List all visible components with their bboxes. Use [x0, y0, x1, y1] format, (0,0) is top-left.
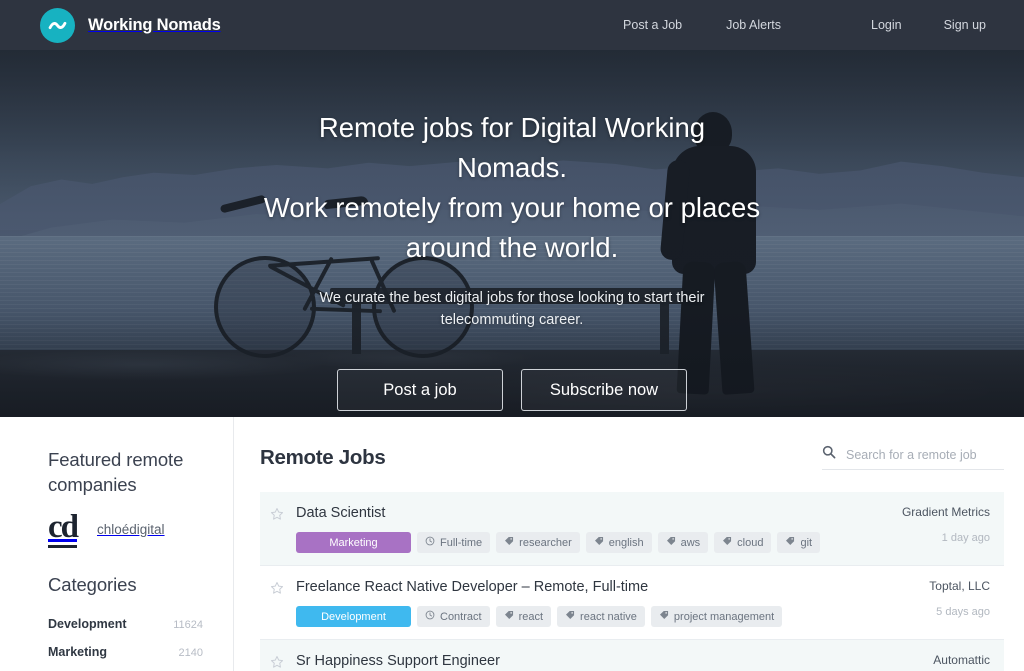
job-main: Data Scientist Marketing Full-time resea… — [296, 503, 888, 553]
job-main: Freelance React Native Developer – Remot… — [296, 577, 915, 627]
search-icon — [822, 445, 836, 464]
tag-icon — [785, 536, 795, 549]
featured-company-chloedigital[interactable]: cd chloédigital — [48, 511, 203, 548]
job-company: Gradient Metrics — [901, 505, 990, 519]
main-header: Remote Jobs — [260, 445, 1004, 470]
job-list: Data Scientist Marketing Full-time resea… — [260, 492, 1004, 671]
table-row[interactable]: Freelance React Native Developer – Remot… — [260, 566, 1004, 640]
tag-icon — [565, 610, 575, 623]
brand-home-link[interactable]: Working Nomads — [40, 7, 221, 43]
tag-chip[interactable]: react — [495, 606, 552, 627]
hero-button-group: Post a job Subscribe now — [337, 369, 687, 411]
job-company: Automattic — [933, 653, 990, 667]
favorite-star-icon[interactable] — [270, 507, 284, 521]
hero-title-line-2: Nomads. — [456, 152, 568, 183]
tag-label: aws — [680, 536, 701, 549]
tag-label: Contract — [440, 610, 482, 623]
table-row[interactable]: Sr Happiness Support Engineer Automattic — [260, 640, 1004, 671]
favorite-star-icon[interactable] — [270, 581, 284, 595]
wave-circle-logo-icon — [40, 7, 75, 43]
tag-label: researcher — [519, 536, 572, 549]
hero-section: Remote jobs for Digital Working Nomads. … — [0, 50, 1024, 417]
job-age: 5 days ago — [936, 606, 990, 618]
tag-chip[interactable]: cloud — [714, 532, 772, 553]
tag-label: git — [800, 536, 813, 549]
tag-chip[interactable]: aws — [657, 532, 709, 553]
table-row[interactable]: Data Scientist Marketing Full-time resea… — [260, 492, 1004, 566]
favorite-star-icon[interactable] — [270, 655, 284, 669]
hero-subscribe-now-button[interactable]: Subscribe now — [521, 369, 687, 411]
job-meta: Gradient Metrics 1 day ago — [888, 503, 990, 544]
featured-company-name: chloédigital — [97, 522, 165, 537]
category-list: Development 11624 Marketing 2140 Managem… — [48, 610, 203, 671]
job-title[interactable]: Freelance React Native Developer – Remot… — [296, 577, 915, 597]
categories-heading: Categories — [48, 574, 137, 595]
hero-title-line-4: around the world. — [405, 232, 619, 263]
search-box[interactable] — [822, 445, 1004, 470]
tag-icon — [594, 536, 604, 549]
nav-login[interactable]: Login — [871, 12, 902, 38]
hero-post-a-job-button[interactable]: Post a job — [337, 369, 503, 411]
category-count: 2140 — [178, 647, 203, 659]
tag-chip[interactable]: project management — [650, 606, 783, 627]
category-label: Marketing — [48, 645, 108, 659]
category-badge[interactable]: Development — [296, 606, 411, 627]
hero-title-line-3: Work remotely from your home or places — [263, 192, 761, 223]
category-count: 11624 — [173, 619, 203, 631]
category-label: Development — [48, 617, 127, 631]
tag-icon — [659, 610, 669, 623]
tag-label: Full-time — [440, 536, 483, 549]
tag-label: english — [608, 536, 644, 549]
clock-icon — [425, 536, 435, 549]
tag-chip[interactable]: Full-time — [417, 532, 491, 553]
job-main: Sr Happiness Support Engineer — [296, 651, 919, 671]
hero-title-line-1: Remote jobs for Digital Working — [318, 112, 706, 143]
tag-icon — [504, 536, 514, 549]
job-company: Toptal, LLC — [929, 579, 990, 593]
hero-title: Remote jobs for Digital Working Nomads. … — [264, 108, 760, 268]
main-panel: Remote Jobs D — [234, 417, 1024, 671]
content-area: Featured remote companies cd chloédigita… — [0, 417, 1024, 671]
hero-subtitle: We curate the best digital jobs for thos… — [319, 290, 705, 328]
tag-icon — [722, 536, 732, 549]
page-title: Remote Jobs — [260, 445, 386, 469]
tag-chip[interactable]: react native — [557, 606, 645, 627]
category-badge[interactable]: Marketing — [296, 532, 411, 553]
sidebar-item-development[interactable]: Development 11624 — [48, 610, 203, 638]
job-tags: Marketing Full-time researcher english a… — [296, 532, 888, 553]
job-meta: Automattic — [919, 651, 990, 671]
search-input[interactable] — [846, 447, 1004, 462]
clock-icon — [425, 610, 435, 623]
tag-label: react native — [580, 610, 637, 623]
sidebar-item-management[interactable]: Management 1986 — [48, 666, 203, 671]
job-age: 1 day ago — [941, 532, 990, 544]
site-header: Working Nomads Post a Job Job Alerts Log… — [0, 0, 1024, 50]
primary-nav: Post a Job Job Alerts Login Sign up — [623, 12, 986, 38]
tag-chip[interactable]: english — [585, 532, 652, 553]
tag-label: project management — [673, 610, 775, 623]
featured-companies-heading: Featured remote companies — [48, 449, 184, 495]
sidebar-item-marketing[interactable]: Marketing 2140 — [48, 638, 203, 666]
tag-chip[interactable]: git — [777, 532, 821, 553]
nav-post-a-job[interactable]: Post a Job — [623, 12, 682, 38]
tag-label: react — [518, 610, 544, 623]
job-meta: Toptal, LLC 5 days ago — [915, 577, 990, 618]
nav-job-alerts[interactable]: Job Alerts — [726, 12, 781, 38]
nav-signup[interactable]: Sign up — [944, 12, 986, 38]
chloedigital-monogram-icon: cd — [48, 511, 79, 548]
brand-name: Working Nomads — [88, 15, 221, 34]
job-tags: Development Contract react react native … — [296, 606, 915, 627]
job-title[interactable]: Data Scientist — [296, 503, 888, 523]
tag-chip[interactable]: researcher — [496, 532, 580, 553]
tag-icon — [666, 536, 676, 549]
job-title[interactable]: Sr Happiness Support Engineer — [296, 651, 919, 671]
hero-content: Remote jobs for Digital Working Nomads. … — [0, 50, 1024, 411]
tag-label: cloud — [737, 536, 764, 549]
tag-chip[interactable]: Contract — [417, 606, 490, 627]
sidebar: Featured remote companies cd chloédigita… — [0, 417, 234, 671]
tag-icon — [504, 610, 514, 623]
